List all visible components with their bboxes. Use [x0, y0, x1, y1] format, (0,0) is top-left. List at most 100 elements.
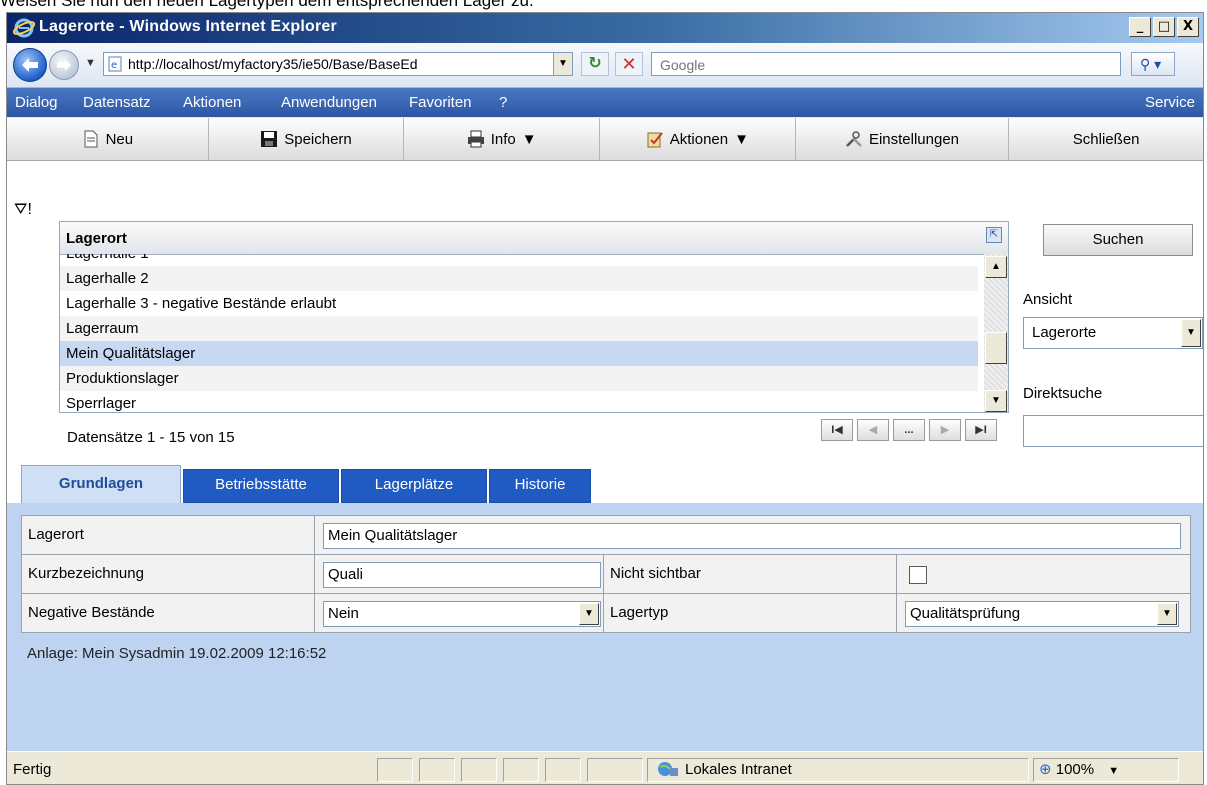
negative-dropdown-icon[interactable]: ▼: [579, 603, 599, 625]
negative-bestaende-value: Nein: [328, 605, 359, 622]
zoom-level: 100%: [1055, 761, 1095, 778]
status-segment: [419, 758, 455, 782]
zoom-control[interactable]: ⊕ 100% ▼: [1039, 760, 1119, 778]
column-header-lagerort[interactable]: Lagerort: [66, 230, 127, 247]
pager: I◀ ◀ ... ▶ ▶I: [821, 419, 997, 441]
info-label: Info: [490, 130, 516, 148]
table-row[interactable]: Sperrlager: [60, 391, 978, 412]
suchen-button[interactable]: Suchen: [1043, 224, 1193, 256]
menu-favoriten[interactable]: Favoriten: [409, 94, 472, 111]
actions-dropdown-icon: ▼: [734, 130, 749, 148]
search-input[interactable]: [658, 54, 1102, 76]
save-disk-icon: [261, 131, 278, 147]
prev-page-button[interactable]: ◀: [857, 419, 889, 441]
actions-button[interactable]: Aktionen ▼: [600, 118, 796, 160]
scroll-down-icon[interactable]: ▼: [985, 390, 1007, 412]
url-text: http://localhost/myfactory35/ie50/Base/B…: [128, 56, 418, 72]
ie-logo-icon: [13, 18, 35, 38]
status-text: Fertig: [13, 761, 52, 778]
search-icon: ⚲: [1140, 56, 1151, 72]
record-count: Datensätze 1 - 15 von 15: [67, 429, 235, 446]
grid-rows: Lagerhalle 1 Lagerhalle 2 Lagerhalle 3 -…: [60, 254, 978, 412]
menu-dialog[interactable]: Dialog: [15, 94, 58, 111]
zoom-magnifier-icon: ⊕: [1039, 761, 1052, 778]
grid-scrollbar[interactable]: ▲ ▼: [984, 254, 1008, 412]
stop-button[interactable]: ✕: [615, 52, 643, 76]
info-dropdown-icon: ▼: [521, 130, 537, 148]
lagertyp-select[interactable]: Qualitätsprüfung ▼: [905, 601, 1179, 627]
view-select[interactable]: Lagerorte ▼: [1023, 317, 1203, 349]
nicht-sichtbar-cell: [896, 554, 1191, 594]
table-row-selected[interactable]: Mein Qualitätslager: [60, 341, 978, 366]
address-field[interactable]: e http://localhost/myfactory35/ie50/Base…: [103, 52, 573, 76]
tab-betriebsstaette[interactable]: Betriebsstätte: [183, 469, 339, 503]
zone-indicator[interactable]: Lokales Intranet: [657, 760, 792, 778]
save-button[interactable]: Speichern: [209, 118, 405, 160]
menu-service[interactable]: Service: [1145, 94, 1195, 111]
last-page-button[interactable]: ▶I: [965, 419, 997, 441]
next-page-button[interactable]: ▶: [929, 419, 961, 441]
page-ellipsis-button[interactable]: ...: [893, 419, 925, 441]
new-document-icon: [84, 130, 98, 148]
detail-panel: Lagerort Mein Qualitätslager Kurzbezeich…: [7, 503, 1203, 751]
settings-button[interactable]: Einstellungen: [796, 118, 1010, 160]
view-dropdown-icon[interactable]: ▼: [1181, 319, 1201, 347]
history-dropdown-icon[interactable]: ▼: [85, 57, 96, 69]
negative-bestaende-cell: Nein ▼: [314, 593, 604, 633]
lagerort-input[interactable]: Mein Qualitätslager: [323, 523, 1181, 549]
status-segment: [503, 758, 539, 782]
window-title: Lagerorte - Windows Internet Explorer: [39, 18, 337, 35]
kurzbezeichnung-label: Kurzbezeichnung: [21, 554, 315, 594]
forward-button[interactable]: [49, 50, 79, 80]
grid-header: Lagerort ⇱: [60, 222, 1008, 255]
scroll-up-icon[interactable]: ▲: [985, 256, 1007, 278]
tab-grundlagen[interactable]: Grundlagen: [21, 465, 181, 503]
menu-datensatz[interactable]: Datensatz: [83, 94, 151, 111]
menu-anwendungen[interactable]: Anwendungen: [281, 94, 377, 111]
minimize-button[interactable]: _: [1129, 17, 1151, 37]
title-bar: Lagerorte - Windows Internet Explorer _ …: [7, 13, 1203, 43]
back-button[interactable]: [13, 48, 47, 82]
close-label: Schließen: [1072, 130, 1140, 148]
document-caption: Weisen Sie nun den neuen Lagertypen dem …: [0, 0, 534, 10]
tab-lagerplaetze[interactable]: Lagerplätze: [341, 469, 487, 503]
view-label: Ansicht: [1023, 291, 1073, 308]
nicht-sichtbar-label: Nicht sichtbar: [603, 554, 897, 594]
menu-aktionen[interactable]: Aktionen: [183, 94, 241, 111]
maximize-button[interactable]: □: [1153, 17, 1175, 37]
refresh-button[interactable]: ↻: [581, 52, 609, 76]
ie-window: Lagerorte - Windows Internet Explorer _ …: [6, 12, 1204, 785]
status-segment: [461, 758, 497, 782]
search-field[interactable]: [651, 52, 1121, 76]
direct-search-label: Direktsuche: [1023, 385, 1103, 402]
nicht-sichtbar-checkbox[interactable]: [909, 566, 927, 584]
table-row[interactable]: Lagerhalle 1: [60, 254, 978, 266]
scroll-thumb[interactable]: [985, 332, 1007, 364]
table-row[interactable]: Produktionslager: [60, 366, 978, 391]
tab-historie[interactable]: Historie: [489, 469, 591, 503]
status-segment: [587, 758, 643, 782]
actions-label: Aktionen: [669, 130, 729, 148]
search-button[interactable]: ⚲ ▾: [1131, 52, 1175, 76]
negative-bestaende-select[interactable]: Nein ▼: [323, 601, 601, 627]
export-icon[interactable]: ⇱: [986, 227, 1002, 243]
window-controls: _ □ X: [1129, 17, 1199, 37]
lagertyp-dropdown-icon[interactable]: ▼: [1157, 603, 1177, 625]
address-dropdown-icon[interactable]: ▼: [553, 53, 572, 75]
direct-search-input[interactable]: [1023, 415, 1203, 447]
table-row[interactable]: Lagerraum: [60, 316, 978, 341]
printer-icon: [467, 130, 484, 148]
status-bar: Fertig Lokales Intranet ⊕ 100% ▼: [7, 751, 1203, 784]
table-row[interactable]: Lagerhalle 3 - negative Bestände erlaubt: [60, 291, 978, 316]
filter-icon[interactable]: ⛛!: [14, 201, 32, 219]
info-button[interactable]: Info ▼: [404, 118, 600, 160]
first-page-button[interactable]: I◀: [821, 419, 853, 441]
table-row[interactable]: Lagerhalle 2: [60, 266, 978, 291]
kurzbezeichnung-input[interactable]: Quali: [323, 562, 601, 588]
new-button[interactable]: Neu: [7, 118, 209, 160]
settings-label: Einstellungen: [868, 130, 960, 148]
close-window-button[interactable]: Schließen: [1009, 118, 1203, 160]
menu-help[interactable]: ?: [499, 94, 507, 111]
created-info: Anlage: Mein Sysadmin 19.02.2009 12:16:5…: [27, 645, 327, 662]
close-button[interactable]: X: [1177, 17, 1199, 37]
